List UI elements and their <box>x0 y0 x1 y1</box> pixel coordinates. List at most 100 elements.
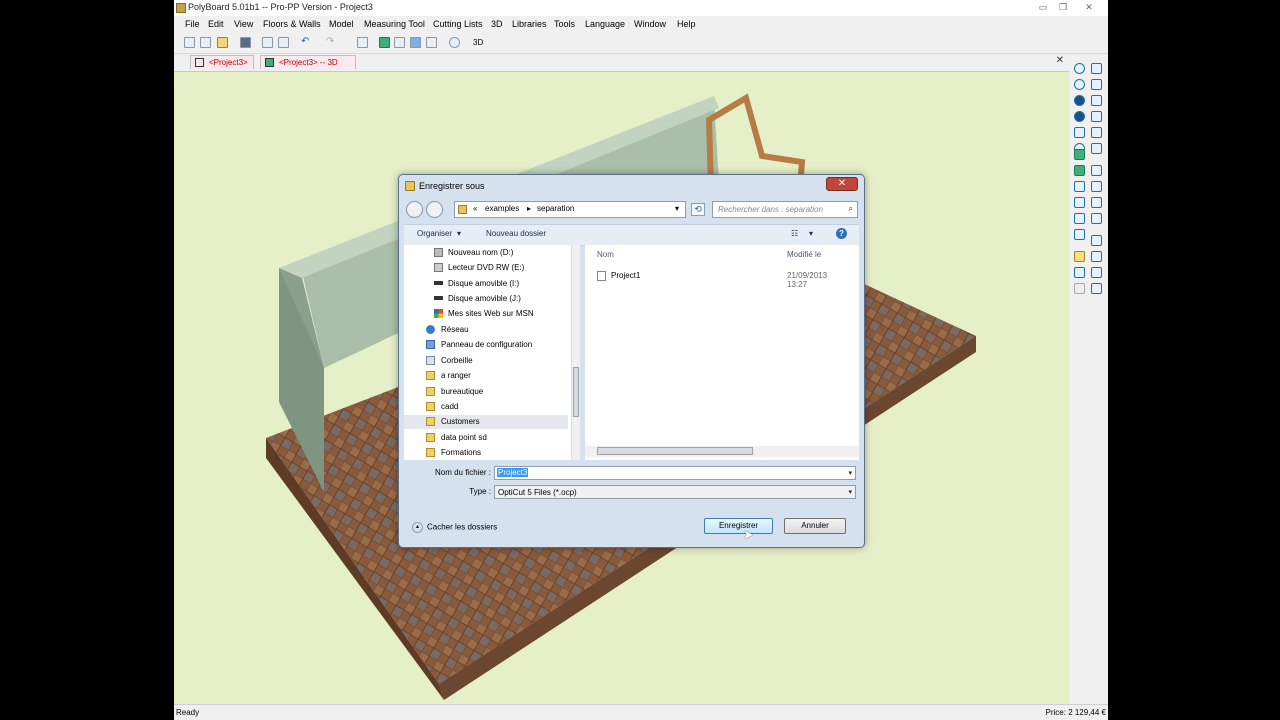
hide-folders-toggle[interactable]: ▴ Cacher les dossiers <box>412 522 497 533</box>
scrollbar-thumb[interactable] <box>573 367 579 417</box>
box-bottom-icon[interactable] <box>1091 283 1102 294</box>
nav-item-network[interactable]: Réseau <box>404 323 568 337</box>
nav-item-dvd-e[interactable]: Lecteur DVD RW (E:) <box>404 261 568 275</box>
nav-item-a-ranger[interactable]: a ranger <box>404 369 568 383</box>
undo-icon[interactable]: ↶ <box>301 37 312 48</box>
box-icon[interactable] <box>1091 181 1102 192</box>
nav-item-formations[interactable]: Formations <box>404 446 568 460</box>
organize-menu[interactable]: Organiser <box>417 229 452 238</box>
wireframe-icon[interactable] <box>1091 165 1102 176</box>
close-tab-icon[interactable]: ✕ <box>1056 55 1064 66</box>
view-side-icon[interactable] <box>1091 95 1102 106</box>
menu-tools[interactable]: Tools <box>554 19 575 29</box>
view-cube-icon[interactable] <box>1091 63 1102 74</box>
menu-view[interactable]: View <box>234 19 253 29</box>
breadcrumb-separation[interactable]: separation <box>537 204 574 213</box>
chevron-down-icon[interactable]: ▾ <box>675 204 679 213</box>
new-document-icon[interactable] <box>200 37 211 48</box>
save-button[interactable]: Enregistrer <box>704 518 773 534</box>
minimize-button[interactable]: ▭ <box>1036 1 1050 13</box>
chevron-down-icon[interactable]: ▾ <box>848 469 852 477</box>
nav-item-removable-j[interactable]: Disque amovible (J:) <box>404 292 568 306</box>
back-button[interactable] <box>406 201 423 218</box>
open-folder-icon[interactable] <box>217 37 228 48</box>
cancel-button[interactable]: Annuler <box>784 518 846 534</box>
print-icon[interactable] <box>262 37 273 48</box>
menu-measuring-tool[interactable]: Measuring Tool <box>364 19 425 29</box>
cut-icon[interactable] <box>357 37 368 48</box>
breadcrumb-overflow[interactable]: « <box>473 204 477 213</box>
menu-file[interactable]: File <box>185 19 200 29</box>
box-front-icon[interactable] <box>1091 213 1102 224</box>
nav-item-customers[interactable]: Customers <box>404 415 568 429</box>
tab-project3[interactable]: <Project3> <box>190 55 254 69</box>
view-top-icon[interactable] <box>1091 111 1102 122</box>
axis-icon[interactable] <box>1074 267 1085 278</box>
nav-item-bureautique[interactable]: bureautique <box>404 385 568 399</box>
filename-field[interactable]: Project3 ▾ <box>494 466 856 480</box>
menu-model[interactable]: Model <box>329 19 354 29</box>
menu-libraries[interactable]: Libraries <box>512 19 547 29</box>
nav-scrollbar[interactable] <box>571 245 580 460</box>
light-icon[interactable] <box>1074 251 1085 262</box>
close-window-button[interactable]: ✕ <box>1082 1 1096 13</box>
new-folder-button[interactable]: Nouveau dossier <box>486 229 546 238</box>
menu-language[interactable]: Language <box>585 19 625 29</box>
dialog-close-button[interactable]: ✕ <box>826 177 858 191</box>
paste-special-icon[interactable] <box>410 37 421 48</box>
menu-help[interactable]: Help <box>677 19 696 29</box>
nav-item-cadd[interactable]: cadd <box>404 400 568 414</box>
menu-window[interactable]: Window <box>634 19 666 29</box>
page-icon[interactable] <box>1074 213 1085 224</box>
nav-item-drive-d[interactable]: Nouveau nom (D:) <box>404 246 568 260</box>
3d-icon[interactable]: 3D <box>473 37 484 48</box>
chevron-down-icon[interactable]: ▾ <box>809 229 813 238</box>
nav-item-data-point-sd[interactable]: data point sd <box>404 431 568 445</box>
print-preview-icon[interactable] <box>278 37 289 48</box>
menu-edit[interactable]: Edit <box>208 19 224 29</box>
orbit-down-icon[interactable] <box>1074 111 1085 122</box>
auto-icon[interactable] <box>1074 127 1085 138</box>
view-options-icon[interactable]: ☷ <box>791 229 798 238</box>
info-icon[interactable] <box>449 37 460 48</box>
box-open-icon[interactable] <box>1091 197 1102 208</box>
help-icon[interactable]: ? <box>836 228 847 239</box>
frame-icon[interactable] <box>1074 229 1085 240</box>
camera-icon[interactable] <box>1074 181 1085 192</box>
panel-icon[interactable] <box>1074 197 1085 208</box>
search-icon[interactable]: ⌕ <box>849 204 853 214</box>
new-icon[interactable] <box>184 37 195 48</box>
nav-item-recycle-bin[interactable]: Corbeille <box>404 354 568 368</box>
paste-icon[interactable] <box>394 37 405 48</box>
view-iso-icon[interactable] <box>1091 127 1102 138</box>
menu-cutting-lists[interactable]: Cutting Lists <box>433 19 483 29</box>
file-scrollbar[interactable] <box>585 446 859 457</box>
menu-3d[interactable]: 3D <box>491 19 503 29</box>
file-row[interactable]: Project1 21/09/2013 13:27 <box>597 269 847 289</box>
view-front-icon[interactable] <box>1091 79 1102 90</box>
redo-icon[interactable]: ↷ <box>326 37 337 48</box>
file-type-select[interactable]: OptiCut 5 Files (*.ocp) ▾ <box>494 485 856 499</box>
scrollbar-thumb[interactable] <box>597 447 753 455</box>
grid-icon[interactable] <box>426 37 437 48</box>
chevron-right-icon[interactable]: ▸ <box>527 204 531 213</box>
nav-item-control-panel[interactable]: Panneau de configuration <box>404 338 568 352</box>
breadcrumb-examples[interactable]: examples <box>485 204 519 213</box>
box-left-icon[interactable] <box>1091 251 1102 262</box>
view-back-icon[interactable] <box>1091 143 1102 154</box>
refresh-icon[interactable]: ⟲ <box>691 203 705 216</box>
tab-project3-3d[interactable]: <Project3> -- 3D <box>260 55 356 69</box>
box-right-icon[interactable] <box>1091 267 1102 278</box>
nav-item-msn[interactable]: Mes sites Web sur MSN <box>404 307 568 321</box>
column-name[interactable]: Nom <box>597 250 614 259</box>
rotate-icon[interactable] <box>1074 63 1085 74</box>
copy-icon[interactable] <box>379 37 390 48</box>
maximize-button[interactable]: ❐ <box>1056 1 1070 13</box>
column-modified[interactable]: Modifié le <box>787 250 821 259</box>
solid-mode-icon[interactable] <box>1074 149 1085 160</box>
search-box[interactable]: Rechercher dans : separation ⌕ <box>712 201 858 218</box>
forward-button[interactable] <box>426 201 443 218</box>
orbit-icon[interactable] <box>1074 95 1085 106</box>
render-mode-icon[interactable] <box>1074 165 1085 176</box>
box-back-icon[interactable] <box>1091 235 1102 246</box>
